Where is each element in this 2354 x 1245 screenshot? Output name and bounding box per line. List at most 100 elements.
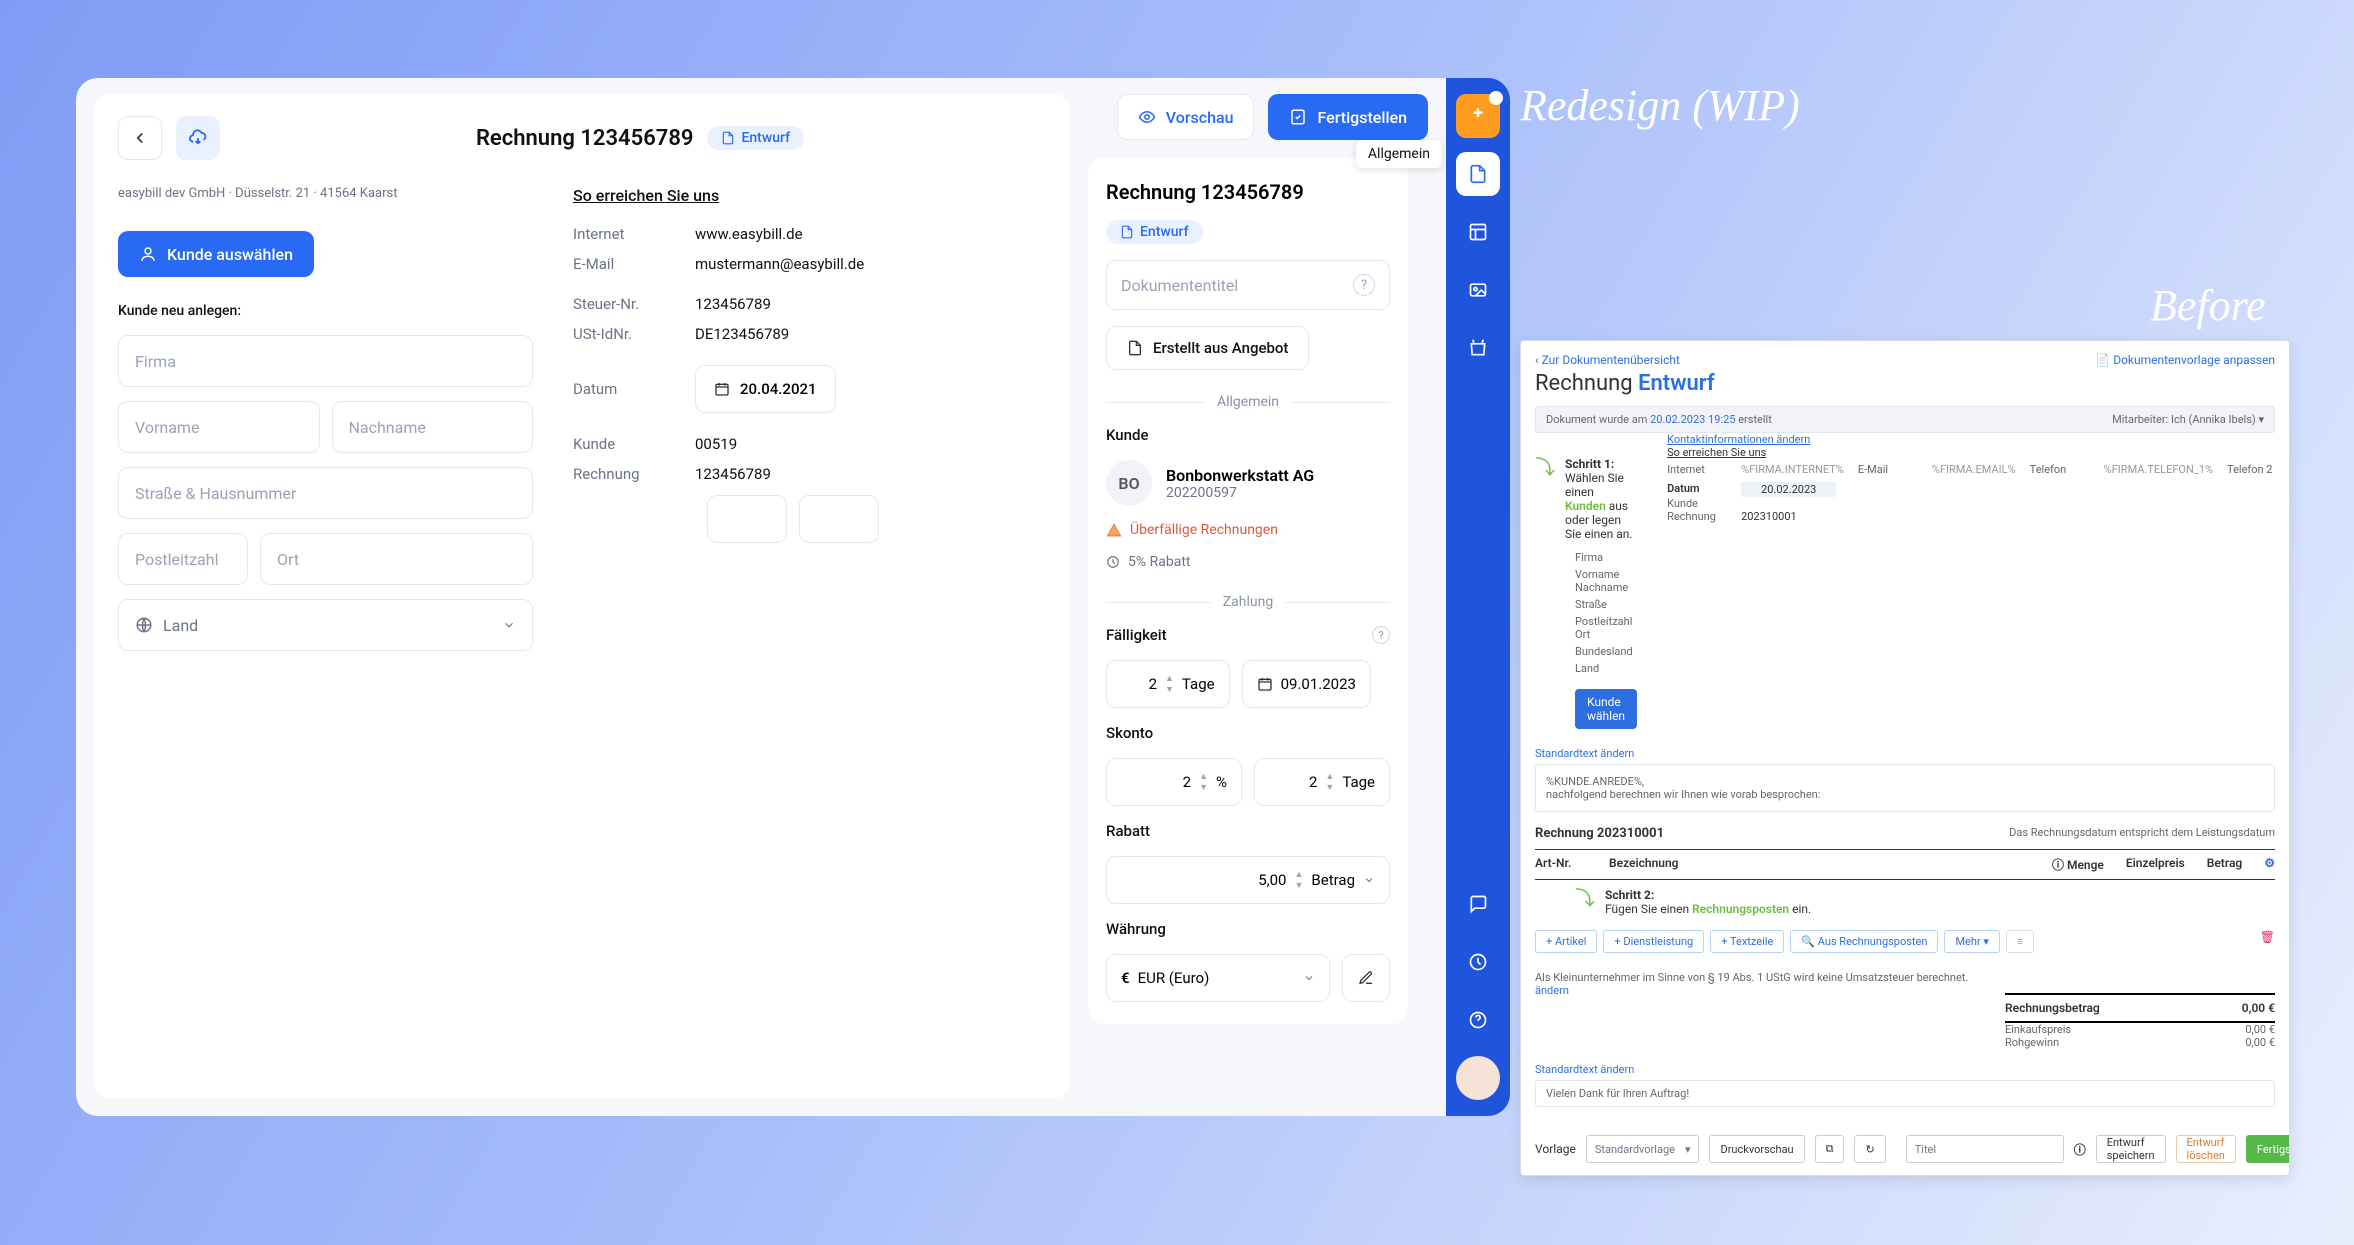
skonto-pct-stepper[interactable]: ▲▼ % xyxy=(1106,758,1242,806)
stepper-icon[interactable]: ▲▼ xyxy=(1325,771,1334,793)
stepper-icon[interactable]: ▲▼ xyxy=(1165,673,1174,695)
side-status-badge: Entwurf xyxy=(1106,220,1203,244)
side-nav: Allgemein xyxy=(1446,78,1510,1116)
date-picker[interactable]: 20.04.2021 xyxy=(695,365,836,413)
zip-field[interactable] xyxy=(118,533,248,585)
bf-title-input[interactable] xyxy=(1906,1135,2064,1163)
nav-history[interactable] xyxy=(1456,940,1500,984)
document-title-input[interactable]: Dokumententitel ? xyxy=(1106,260,1390,310)
customer-heading: Kunde xyxy=(1106,426,1390,444)
bf-template-select[interactable]: Standardvorlage ▾ xyxy=(1586,1135,1700,1163)
nav-tooltip: Allgemein xyxy=(1356,140,1442,168)
due-days-stepper[interactable]: ▲▼ Tage xyxy=(1106,660,1230,708)
from-offer-button[interactable]: Erstellt aus Angebot xyxy=(1106,326,1309,370)
preview-button[interactable]: Vorschau xyxy=(1117,94,1255,140)
due-label: Fälligkeit ? xyxy=(1106,626,1390,644)
nav-layout[interactable] xyxy=(1456,210,1500,254)
extra-field-1[interactable] xyxy=(707,495,787,543)
bf-select-customer-button[interactable]: Kunde wählen xyxy=(1575,689,1637,729)
due-days-value[interactable] xyxy=(1121,675,1157,693)
skonto-days-stepper[interactable]: ▲▼ Tage xyxy=(1254,758,1390,806)
info-icon[interactable]: ⓘ xyxy=(2074,1141,2086,1158)
user-avatar[interactable] xyxy=(1456,1056,1500,1100)
gear-icon[interactable]: ⚙ xyxy=(2264,856,2275,873)
bf-open-external[interactable]: ⧉ xyxy=(1815,1135,1845,1163)
cloud-sync-icon[interactable] xyxy=(176,116,220,160)
finish-button[interactable]: Fertigstellen xyxy=(1268,94,1428,140)
back-button[interactable] xyxy=(118,116,162,160)
bf-preview-button[interactable]: Druckvorschau xyxy=(1709,1135,1804,1163)
bf-staff-select[interactable]: Ich (Annika Ibels) xyxy=(2171,413,2256,426)
stepper-icon[interactable]: ▲▼ xyxy=(1199,771,1208,793)
bf-contact-row: E-Mail%FIRMA.EMAIL% xyxy=(1858,463,2016,476)
bf-stdtext-link[interactable]: Standardtext ändern xyxy=(1535,747,2275,760)
nav-shop[interactable] xyxy=(1456,326,1500,370)
skonto-days[interactable] xyxy=(1281,773,1317,791)
skonto-value[interactable] xyxy=(1155,773,1191,791)
bf-save-button[interactable]: Entwurf speichern xyxy=(2096,1135,2166,1163)
k-taxno: Steuer-Nr. xyxy=(573,295,695,313)
lastname-field[interactable] xyxy=(332,401,534,453)
bf-stdtext-link-2[interactable]: Standardtext ändern xyxy=(1535,1063,2275,1076)
bf-contact-edit-link[interactable]: Kontaktinformationen ändern xyxy=(1667,433,2290,446)
bf-back-link[interactable]: ‹ Zur Dokumentenübersicht xyxy=(1535,353,1680,367)
before-app: ‹ Zur Dokumentenübersicht 📄 Dokumentenvo… xyxy=(1520,340,2290,1176)
nav-image[interactable] xyxy=(1456,268,1500,312)
rabatt-stepper[interactable]: ▲▼ Betrag xyxy=(1106,856,1390,904)
trash-icon[interactable]: 🗑 xyxy=(2260,930,2275,953)
customer-number: 202200597 xyxy=(1166,485,1314,501)
preview-label: Vorschau xyxy=(1166,108,1234,127)
nav-help[interactable] xyxy=(1456,998,1500,1042)
skonto-days-unit: Tage xyxy=(1342,773,1375,791)
bf-textarea[interactable]: %KUNDE.ANREDE%, nachfolgend berechnen wi… xyxy=(1535,764,2275,812)
city-field[interactable] xyxy=(260,533,533,585)
bf-contact-row: Telefon 2%FIRMA.TELEFON_2% xyxy=(2227,463,2290,476)
bf-list-toggle[interactable]: ≡ xyxy=(2006,930,2034,953)
stepper-icon[interactable]: ▲▼ xyxy=(1294,869,1303,891)
bf-refresh[interactable]: ↻ xyxy=(1854,1135,1885,1163)
bf-address-line: Vorname Nachname xyxy=(1575,568,1637,594)
country-select[interactable]: Land xyxy=(118,599,533,651)
discount-label: 5% Rabatt xyxy=(1128,554,1190,570)
bf-delete-button[interactable]: Entwurf löschen xyxy=(2176,1135,2236,1163)
currency-select[interactable]: € EUR (Euro) xyxy=(1106,954,1330,1002)
select-customer-button[interactable]: Kunde auswählen xyxy=(118,231,314,277)
bf-add-text[interactable]: + Textzeile xyxy=(1710,930,1784,953)
section-payment: Zahlung xyxy=(1106,594,1390,610)
v-taxno: 123456789 xyxy=(695,295,771,313)
customer-row[interactable]: BO Bonbonwerkstatt AG 202200597 xyxy=(1106,460,1390,506)
bf-invoice-line: Rechnung 202310001 Das Rechnungsdatum en… xyxy=(1535,826,2275,841)
contact-header[interactable]: So erreichen Sie uns xyxy=(573,186,719,205)
overdue-badge[interactable]: Überfällige Rechnungen xyxy=(1106,522,1390,538)
edit-currency-button[interactable] xyxy=(1342,954,1390,1002)
currency-label: Währung xyxy=(1106,920,1390,938)
bf-thanks[interactable]: Vielen Dank für Ihren Auftrag! xyxy=(1535,1080,2275,1107)
due-help-icon[interactable]: ? xyxy=(1372,626,1390,644)
bf-footer: Vorlage Standardvorlage ▾ Druckvorschau … xyxy=(1535,1135,2275,1163)
bf-add-service[interactable]: + Dienstleistung xyxy=(1603,930,1704,953)
street-field[interactable] xyxy=(118,467,533,519)
bf-finish-button[interactable]: Fertigstellen xyxy=(2246,1135,2290,1163)
bf-address-line: Bundesland xyxy=(1575,645,1637,658)
bf-title: Rechnung Entwurf xyxy=(1535,371,2275,396)
extra-field-2[interactable] xyxy=(799,495,879,543)
nav-document[interactable] xyxy=(1456,152,1500,196)
company-field[interactable] xyxy=(118,335,533,387)
before-label: Before xyxy=(2150,280,2266,331)
help-icon[interactable]: ? xyxy=(1353,274,1375,296)
rabatt-label: Rabatt xyxy=(1106,822,1390,840)
bf-address-line: Firma xyxy=(1575,551,1637,564)
due-date-picker[interactable]: 09.01.2023 xyxy=(1242,660,1371,708)
date-value: 20.04.2021 xyxy=(740,380,817,398)
side-status-label: Entwurf xyxy=(1140,224,1189,240)
bf-smallbiz-link[interactable]: ändern xyxy=(1535,984,1569,997)
bf-add-article[interactable]: + Artikel xyxy=(1535,930,1597,953)
bf-add-from[interactable]: 🔍 Aus Rechnungsposten xyxy=(1790,930,1938,953)
rabatt-value[interactable] xyxy=(1226,871,1286,889)
nav-chat[interactable] xyxy=(1456,882,1500,926)
bf-add-more[interactable]: Mehr ▾ xyxy=(1944,930,1999,953)
firstname-field[interactable] xyxy=(118,401,320,453)
bf-template-link[interactable]: 📄 Dokumentenvorlage anpassen xyxy=(2095,353,2275,367)
bf-template-label: Vorlage xyxy=(1535,1142,1576,1156)
nav-notification[interactable] xyxy=(1456,94,1500,138)
